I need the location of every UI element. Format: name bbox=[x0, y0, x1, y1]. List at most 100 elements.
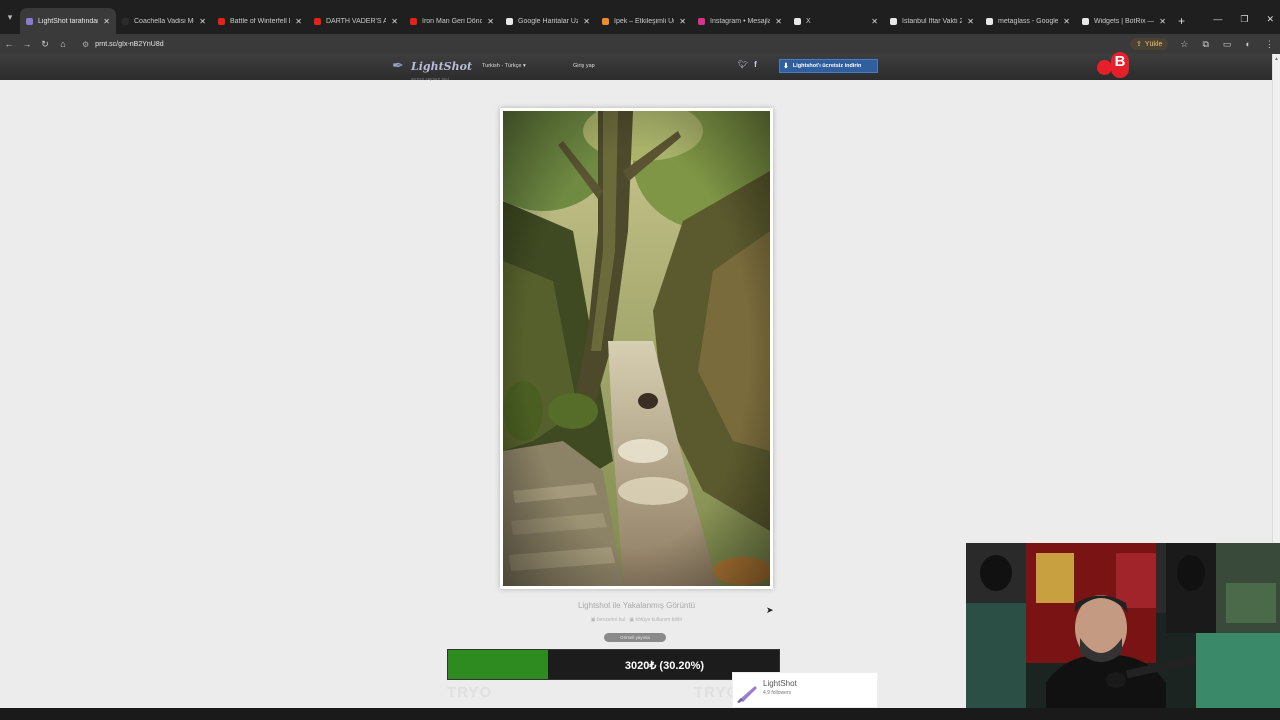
logo-subtitle: screen capture tool bbox=[411, 76, 449, 81]
new-tab-button[interactable]: + bbox=[1178, 14, 1185, 28]
tab-close-icon[interactable]: ✕ bbox=[295, 17, 302, 26]
browser-tab[interactable]: Instagram • Mesajlar ✕ bbox=[692, 8, 788, 34]
extensions-icon[interactable]: ⧉ bbox=[1202, 39, 1208, 50]
browser-tab[interactable]: LightShot tarafından E ✕ bbox=[20, 8, 116, 34]
upload-button[interactable]: ⇪ Yükle bbox=[1130, 38, 1169, 50]
tab-strip: ▾ LightShot tarafından E✕Coachella Vadis… bbox=[0, 0, 1280, 34]
window-controls: — ❐ ✕ bbox=[1213, 14, 1274, 25]
tab-title: X bbox=[806, 17, 811, 25]
tab-favicon-icon bbox=[698, 17, 705, 25]
mouse-cursor-icon: ➤ bbox=[766, 605, 774, 615]
download-label: Lightshot'ı ücretsiz indirin bbox=[792, 63, 862, 69]
restore-icon[interactable]: ❐ bbox=[1240, 14, 1248, 25]
browser-tab[interactable]: Coachella Vadisi Müzik ✕ bbox=[116, 8, 212, 34]
tab-favicon-icon bbox=[506, 17, 513, 25]
bookmark-star-icon[interactable]: ☆ bbox=[1180, 39, 1188, 50]
profile-icon[interactable]: ◐ bbox=[1245, 39, 1250, 50]
tab-favicon-icon bbox=[26, 17, 33, 25]
tab-close-icon[interactable]: ✕ bbox=[871, 17, 878, 26]
upload-label: Yükle bbox=[1144, 40, 1163, 48]
tab-favicon-icon bbox=[122, 17, 129, 25]
progress-text: 3020₺ (30.20%) bbox=[624, 660, 705, 672]
tab-close-icon[interactable]: ✕ bbox=[679, 17, 686, 26]
address-bar: ← → ↻ ⌂ ⚙ prnt.sc/gIx-nB2YnU8d ⇪ Yükle ☆… bbox=[0, 34, 1280, 54]
tab-close-icon[interactable]: ✕ bbox=[967, 17, 974, 26]
bottom-strip bbox=[0, 708, 1280, 720]
close-window-icon[interactable]: ✕ bbox=[1266, 14, 1274, 25]
login-link[interactable]: Giriş yap bbox=[573, 63, 595, 69]
progress-fill bbox=[448, 650, 548, 679]
back-icon[interactable]: ← bbox=[0, 39, 18, 49]
language-select[interactable]: Turkish - Türkçe ▾ bbox=[482, 63, 526, 69]
tab-close-icon[interactable]: ✕ bbox=[199, 17, 206, 26]
browser-tab[interactable]: X ✕ bbox=[788, 8, 884, 34]
browser-tab[interactable]: Google Haritalar Üzerin ✕ bbox=[500, 8, 596, 34]
image-caption: Lightshot ile Yakalanmış Görüntü bbox=[577, 601, 696, 610]
popup-followers: 4.9 followers bbox=[763, 690, 792, 696]
twitter-icon[interactable]: 🐦︎ bbox=[738, 60, 748, 69]
browser-tab[interactable]: Iron Man Geri Döndü ✕ bbox=[404, 8, 500, 34]
report-abuse-label: kötüye kullanım bildir bbox=[635, 617, 683, 623]
tab-title: metaglass - Google'da bbox=[998, 17, 1059, 25]
publish-image-button[interactable]: Görseli yayınla bbox=[604, 633, 666, 642]
image-actions: ▣ benzerini bul ▣ kötüye kullanım bildir bbox=[500, 617, 773, 623]
captured-image-frame bbox=[500, 108, 773, 589]
tab-favicon-icon bbox=[986, 17, 993, 25]
tab-favicon-icon bbox=[410, 17, 417, 25]
tab-close-icon[interactable]: ✕ bbox=[391, 17, 398, 26]
badge-letter: B bbox=[1111, 52, 1129, 78]
tab-title: İpek – Etkileşimli Ürün bbox=[614, 17, 674, 25]
menu-icon[interactable]: ⋮ bbox=[1265, 39, 1274, 50]
home-icon[interactable]: ⌂ bbox=[54, 39, 72, 49]
tab-favicon-icon bbox=[1082, 17, 1089, 25]
tab-title: LightShot tarafından E bbox=[38, 17, 99, 25]
donation-progress-bar: 3020₺ (30.20%) bbox=[447, 649, 780, 680]
social-links: 🐦︎ f bbox=[738, 60, 757, 69]
webcam-feed bbox=[966, 543, 1280, 720]
cast-icon[interactable]: ▭ bbox=[1223, 39, 1232, 50]
tab-favicon-icon bbox=[218, 17, 225, 25]
browser-tab[interactable]: Widgets | BotRix — Tw ✕ bbox=[1076, 8, 1172, 34]
url-text: prnt.sc/gIx-nB2YnU8d bbox=[95, 40, 164, 48]
tab-close-icon[interactable]: ✕ bbox=[103, 17, 110, 26]
report-abuse-link[interactable]: ▣ kötüye kullanım bildir bbox=[629, 617, 682, 623]
forward-icon[interactable]: → bbox=[18, 39, 36, 49]
tab-close-icon[interactable]: ✕ bbox=[775, 17, 782, 26]
tab-close-icon[interactable]: ✕ bbox=[1159, 17, 1166, 26]
tab-close-icon[interactable]: ✕ bbox=[583, 17, 590, 26]
captured-image[interactable] bbox=[503, 111, 770, 586]
browser-tab[interactable]: Battle of Winterfell RE ✕ bbox=[212, 8, 308, 34]
logo-text: LightShot bbox=[411, 60, 473, 73]
tab-favicon-icon bbox=[794, 17, 801, 25]
find-similar-label: benzerini bul bbox=[596, 617, 626, 623]
tab-search-icon[interactable]: ▾ bbox=[0, 0, 20, 34]
tryo-watermark-left: TRYO bbox=[447, 684, 493, 701]
follower-popup: LightShot 4.9 followers bbox=[732, 672, 878, 708]
browser-tab[interactable]: İstanbul İftar Vakti 202 ✕ bbox=[884, 8, 980, 34]
tab-close-icon[interactable]: ✕ bbox=[1063, 17, 1070, 26]
tab-close-icon[interactable]: ✕ bbox=[487, 17, 494, 26]
popup-name: LightShot bbox=[763, 679, 797, 688]
tab-favicon-icon bbox=[890, 17, 897, 25]
tab-title: Coachella Vadisi Müzik bbox=[134, 17, 194, 25]
tab-title: Battle of Winterfell RE bbox=[230, 17, 290, 25]
browser-tab[interactable]: metaglass - Google'da ✕ bbox=[980, 8, 1076, 34]
find-similar-link[interactable]: ▣ benzerini bul bbox=[591, 617, 625, 623]
url-input[interactable]: ⚙ prnt.sc/gIx-nB2YnU8d bbox=[80, 36, 1124, 52]
browser-tab[interactable]: DARTH VADER'S ARMY ✕ bbox=[308, 8, 404, 34]
download-button[interactable]: ⬇ Lightshot'ı ücretsiz indirin bbox=[779, 59, 878, 73]
scroll-up-icon[interactable]: ▲ bbox=[1274, 56, 1279, 62]
site-info-icon[interactable]: ⚙ bbox=[82, 40, 89, 49]
tab-favicon-icon bbox=[602, 17, 609, 25]
upload-icon: ⇪ bbox=[1136, 41, 1142, 48]
facebook-icon[interactable]: f bbox=[754, 60, 757, 69]
lightshot-logo[interactable]: ✒ LightShot screen capture tool bbox=[392, 57, 472, 81]
tab-title: DARTH VADER'S ARMY bbox=[326, 17, 387, 25]
download-icon: ⬇ bbox=[783, 63, 789, 70]
tab-title: Google Haritalar Üzerin bbox=[518, 17, 579, 25]
tab-favicon-icon bbox=[314, 17, 321, 25]
reload-icon[interactable]: ↻ bbox=[36, 39, 54, 50]
minimize-icon[interactable]: — bbox=[1213, 14, 1222, 25]
lightshot-avatar bbox=[737, 686, 757, 703]
browser-tab[interactable]: İpek – Etkileşimli Ürün ✕ bbox=[596, 8, 692, 34]
